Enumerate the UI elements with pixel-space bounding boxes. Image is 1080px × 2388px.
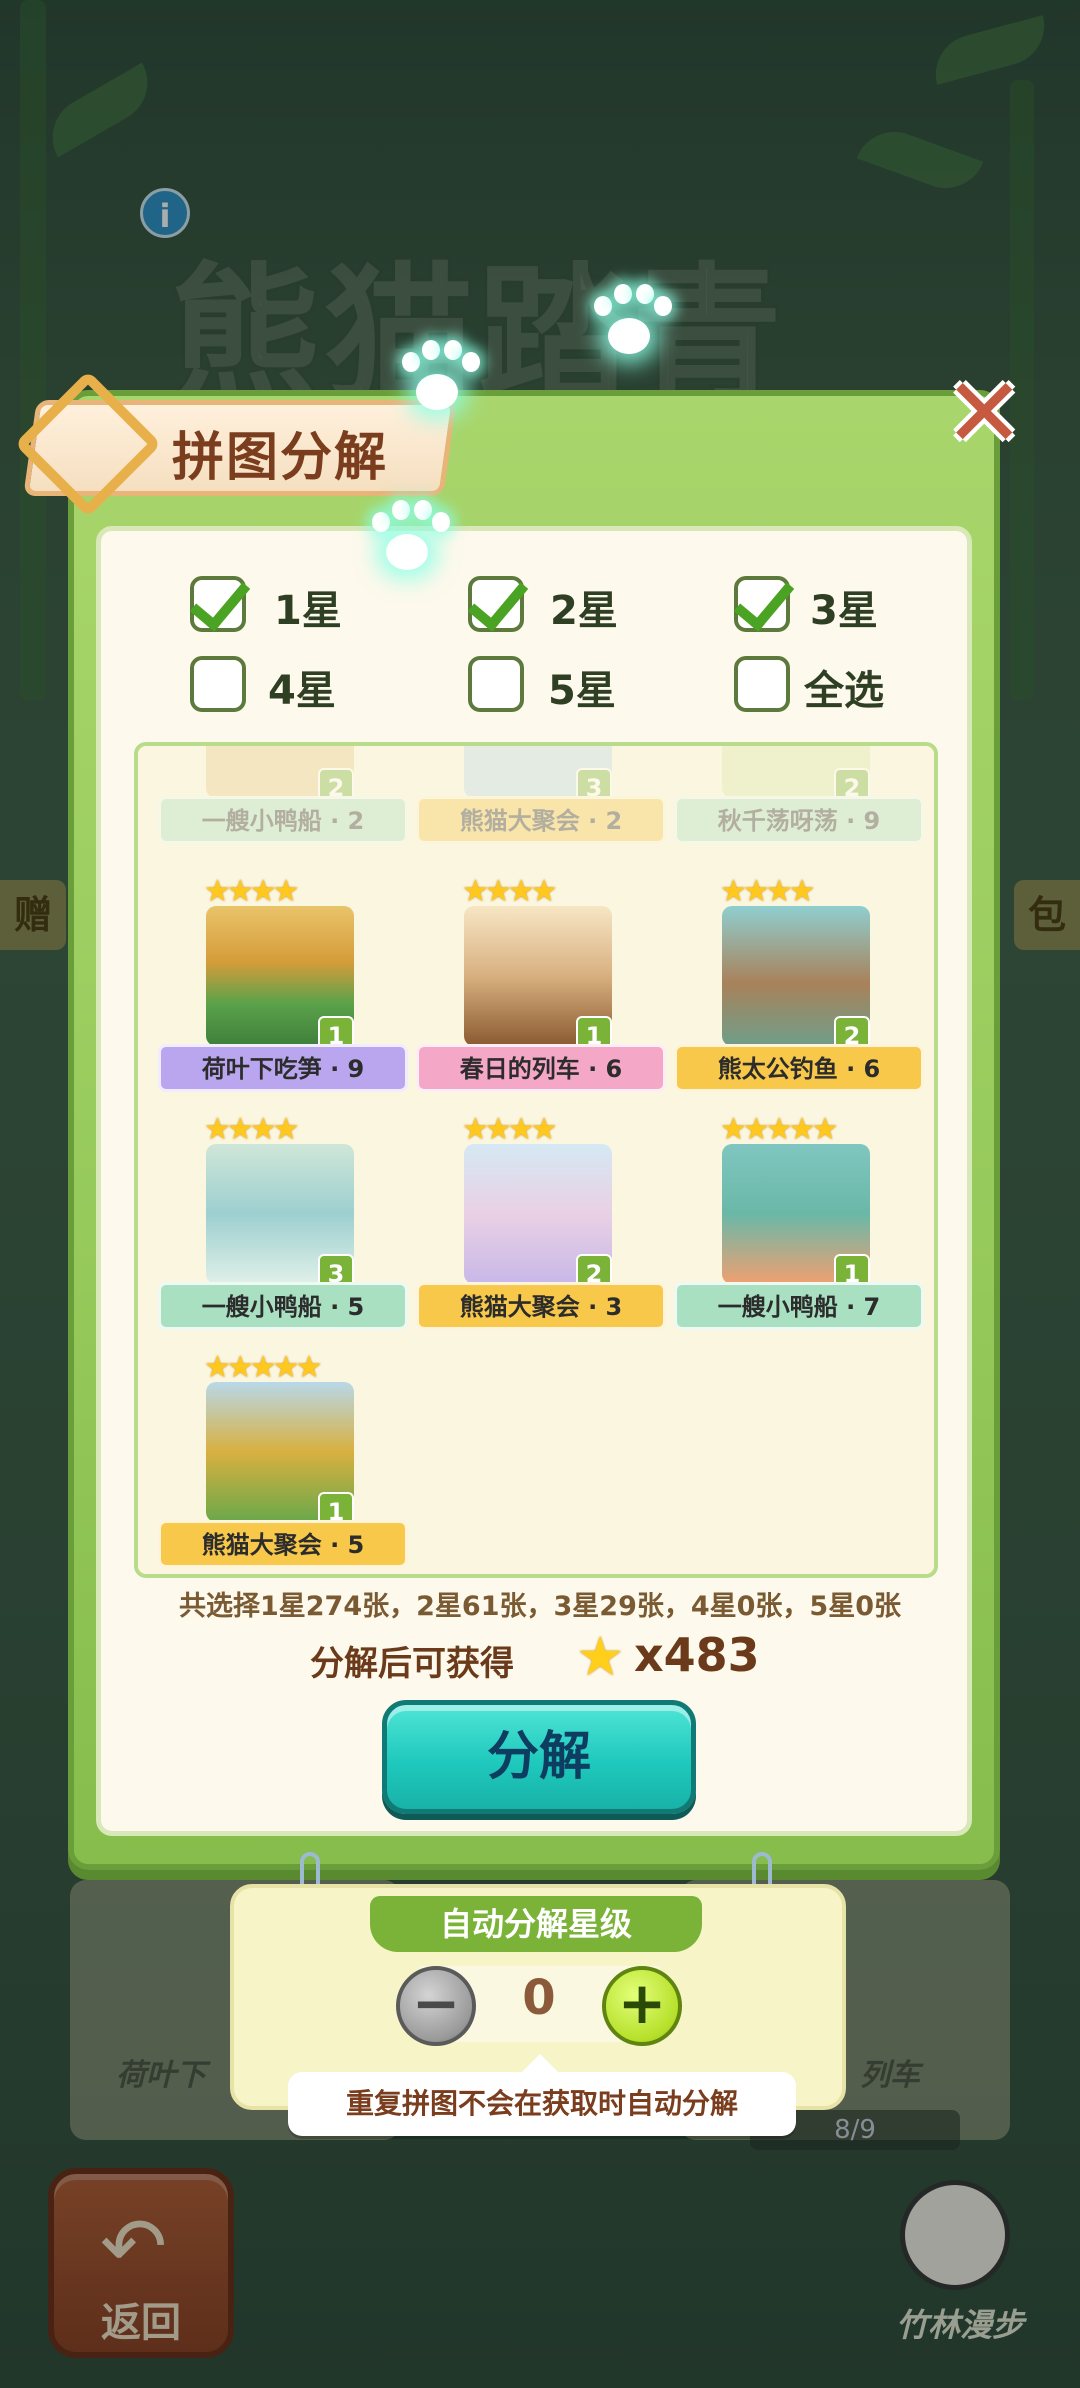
paw-icon (396, 340, 480, 420)
star-rating: ★★★★ (720, 874, 816, 909)
star-rating: ★★★★★ (720, 1112, 839, 1147)
paw-icon (588, 284, 672, 364)
star-rating: ★★★★ (204, 1112, 300, 1147)
star-rating: ★★★★ (462, 874, 558, 909)
puzzle-card[interactable]: 3 熊猫大聚会 · 2 (416, 746, 666, 848)
close-icon[interactable]: ✕ (944, 365, 1024, 461)
card-label: 秋千荡呀荡 · 9 (674, 796, 924, 844)
auto-decompose-title: 自动分解星级 (370, 1896, 702, 1952)
card-label: 熊太公钓鱼 · 6 (674, 1044, 924, 1092)
star-currency-icon: ★ (576, 1625, 625, 1688)
card-label: 一艘小鸭船 · 7 (674, 1282, 924, 1330)
checkbox-select-all[interactable] (734, 656, 790, 712)
checkbox-3-star[interactable] (734, 576, 790, 632)
puzzle-card[interactable]: ★★★★★ 1 熊猫大聚会 · 5 (158, 1342, 408, 1572)
card-label: 春日的列车 · 6 (416, 1044, 666, 1092)
star-rating: ★★★★ (204, 874, 300, 909)
checkbox-1-star[interactable] (190, 576, 246, 632)
card-label: 熊猫大聚会 · 2 (416, 796, 666, 844)
star-level-value: 0 (522, 1970, 556, 2026)
filter-label: 5星 (548, 668, 616, 714)
checkbox-5-star[interactable] (468, 656, 524, 712)
puzzle-grid[interactable]: 2 一艘小鸭船 · 2 3 熊猫大聚会 · 2 2 秋千荡呀荡 · 9 ★★★★… (134, 742, 938, 1578)
card-label: 一艘小鸭船 · 2 (158, 796, 408, 844)
puzzle-card[interactable]: 2 一艘小鸭船 · 2 (158, 746, 408, 848)
checkbox-4-star[interactable] (190, 656, 246, 712)
card-label: 荷叶下吃笋 · 9 (158, 1044, 408, 1092)
filter-label: 4星 (268, 668, 336, 714)
puzzle-card[interactable]: ★★★★ 2 熊猫大聚会 · 3 (416, 1104, 666, 1334)
puzzle-card[interactable]: 2 秋千荡呀荡 · 9 (674, 746, 924, 848)
filter-label: 2星 (550, 588, 618, 634)
puzzle-card[interactable]: ★★★★ 3 一艘小鸭船 · 5 (158, 1104, 408, 1334)
reward-value: x483 (634, 1628, 760, 1682)
plus-button[interactable]: + (602, 1966, 682, 2046)
selection-summary: 共选择1星274张，2星61张，3星29张，4星0张，5星0张 (178, 1591, 901, 1622)
dialog-title: 拼图分解 (172, 428, 389, 488)
star-rating: ★★★★★ (204, 1350, 323, 1385)
puzzle-card[interactable]: ★★★★★ 1 一艘小鸭船 · 7 (674, 1104, 924, 1334)
puzzle-card[interactable]: ★★★★ 2 熊太公钓鱼 · 6 (674, 866, 924, 1096)
card-label: 一艘小鸭船 · 5 (158, 1282, 408, 1330)
star-rating: ★★★★ (462, 1112, 558, 1147)
reward-label: 分解后可获得 (310, 1644, 514, 1684)
decompose-button[interactable]: 分解 (382, 1700, 696, 1814)
puzzle-card[interactable]: ★★★★ 1 春日的列车 · 6 (416, 866, 666, 1096)
puzzle-card[interactable]: ★★★★ 1 荷叶下吃笋 · 9 (158, 866, 408, 1096)
card-label: 熊猫大聚会 · 3 (416, 1282, 666, 1330)
auto-decompose-tooltip: 重复拼图不会在获取时自动分解 (288, 2054, 796, 2136)
filter-label: 3星 (810, 588, 878, 634)
checkbox-2-star[interactable] (468, 576, 524, 632)
filter-label: 1星 (274, 588, 342, 634)
paw-icon (366, 500, 450, 580)
minus-button[interactable]: − (396, 1966, 476, 2046)
filter-label: 全选 (804, 668, 884, 714)
card-label: 熊猫大聚会 · 5 (158, 1520, 408, 1568)
